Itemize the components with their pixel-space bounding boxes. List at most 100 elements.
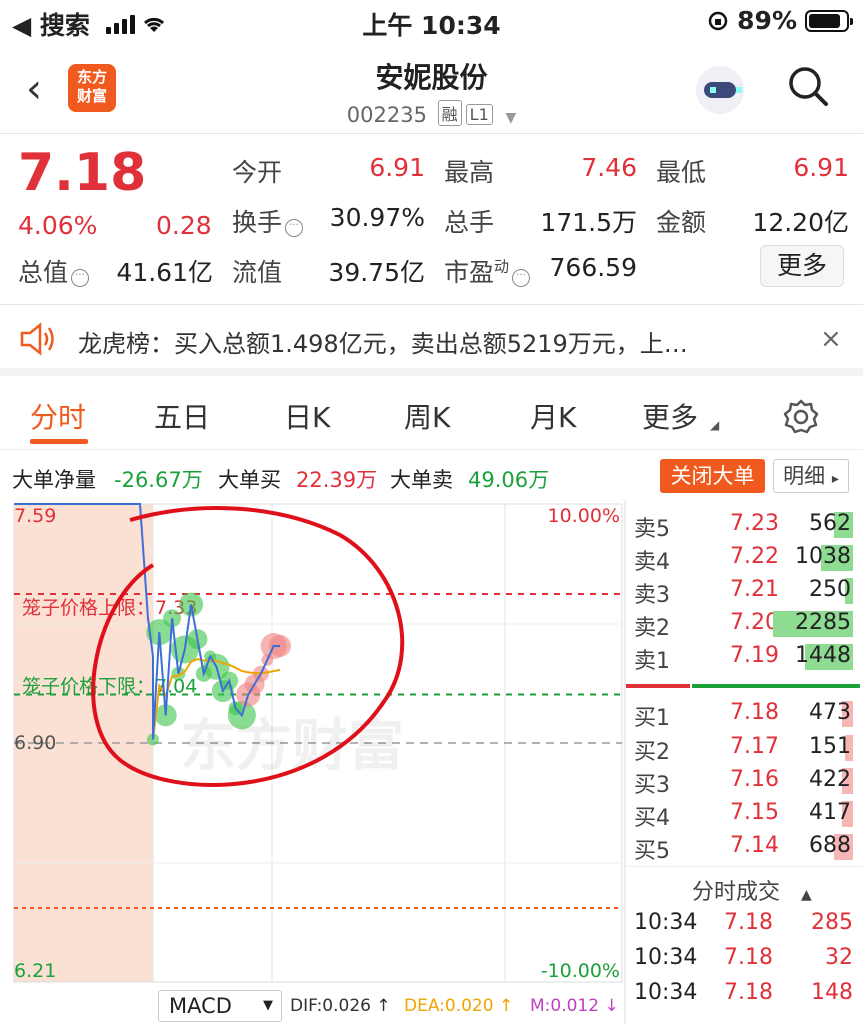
tick-price: 7.18 [724, 980, 773, 1005]
mktcap-label: 总值 ··· [18, 253, 90, 289]
dropdown-icon[interactable]: ▼ [505, 110, 516, 126]
bid-row[interactable]: 买5 7.14 688 [626, 830, 863, 864]
bid-price: 7.14 [730, 833, 779, 858]
ask-row[interactable]: 卖1 7.19 1448 [626, 640, 863, 674]
sell-label: 大单卖 [390, 468, 453, 492]
bid-row[interactable]: 买4 7.15 417 [626, 797, 863, 831]
ask-label: 卖3 [634, 583, 670, 608]
level-tag: L1 [465, 104, 493, 125]
mktcap-label-text: 总值 [18, 258, 69, 287]
open-label: 今开 [232, 158, 283, 187]
notice-bar[interactable]: 龙虎榜：买入总额1.498亿元，卖出总额5219万元，上… × [0, 306, 863, 376]
turnover-value: 30.97% [329, 203, 425, 232]
buy-value: 22.39万 [296, 468, 378, 492]
battery-percent: 89% [737, 6, 797, 35]
pct-top-label: 10.00% [548, 505, 620, 527]
ask-row[interactable]: 卖3 7.21 250 [626, 574, 863, 608]
ask-volume: 2285 [795, 610, 851, 635]
bid-label: 买5 [634, 839, 670, 864]
margin-tag: 融 [437, 100, 462, 126]
high-value: 7.46 [581, 153, 637, 182]
indicator-bar: MACD ▼ DIF:0.026 ↑ DEA:0.020 ↑ M:0.012 ↓ [0, 988, 626, 1024]
chevron-down-icon: ▼ [263, 998, 273, 1013]
ticks-title-text: 分时成交 [692, 880, 781, 905]
notice-text: 龙虎榜：买入总额1.498亿元，卖出总额5219万元，上… [78, 330, 688, 358]
change-percent: 4.06% [18, 211, 98, 240]
tick-volume: 32 [825, 945, 853, 970]
amount-label: 金额 [656, 208, 707, 237]
net-value: -26.67万 [114, 468, 203, 492]
quote-panel: 7.18 4.06% 0.28 今开 6.91 最高 7.46 最低 6.91 … [0, 135, 863, 305]
tab-more[interactable]: 更多 [642, 396, 698, 436]
bid-label: 买4 [634, 806, 670, 831]
tick-row: 10:34 7.18 32 [626, 942, 863, 977]
more-tab-arrow-icon: ◢ [710, 418, 720, 432]
ask-volume: 562 [809, 511, 851, 536]
pe-sup: 动 [494, 257, 510, 276]
ticks-title[interactable]: 分时成交 ▲ [692, 874, 812, 906]
y-axis-mid-label: 6.90 [14, 732, 56, 754]
tick-time: 10:34 [634, 980, 698, 1005]
tick-row: 10:34 7.18 148 [626, 977, 863, 1012]
tab-weekly-k[interactable]: 周K [404, 396, 450, 436]
volume-value: 171.5万 [540, 208, 637, 237]
ask-row[interactable]: 卖2 7.20 2285 [626, 607, 863, 641]
tick-volume: 148 [811, 980, 853, 1005]
info-icon[interactable]: ··· [285, 219, 304, 237]
close-big-order-button[interactable]: 关闭大单 [660, 459, 765, 493]
bid-volume: 417 [809, 800, 851, 825]
y-axis-top-label: 7.59 [14, 505, 56, 527]
low-value: 6.91 [793, 153, 849, 182]
intraday-chart[interactable]: 东方财富 笼子价格上限：7.33 笼子价格下限：7.04 7.59 6.90 6… [0, 500, 626, 988]
tick-row: 10:34 7.18 285 [626, 907, 863, 942]
info-icon[interactable]: ··· [71, 269, 90, 287]
bid-volume: 688 [809, 833, 851, 858]
speaker-icon [20, 322, 54, 356]
bid-row[interactable]: 买1 7.18 473 [626, 697, 863, 731]
tab-five-day[interactable]: 五日 [154, 396, 210, 436]
y-axis-bottom-label: 6.21 [14, 960, 56, 982]
tab-daily-k[interactable]: 日K [284, 396, 330, 436]
ask-label: 卖5 [634, 517, 670, 542]
bid-row[interactable]: 买3 7.16 422 [626, 764, 863, 798]
bid-price: 7.16 [730, 767, 779, 792]
sell-value: 49.06万 [468, 468, 550, 492]
rotation-lock-icon [708, 11, 728, 30]
tab-intraday[interactable]: 分时 [30, 396, 86, 436]
assistant-robot-icon[interactable] [696, 66, 744, 114]
float-label: 流值 [232, 258, 283, 287]
more-button[interactable]: 更多 [760, 245, 844, 287]
bid-row[interactable]: 买2 7.17 151 [626, 731, 863, 765]
tab-monthly-k[interactable]: 月K [530, 396, 576, 436]
tick-price: 7.18 [724, 945, 773, 970]
ask-volume: 1448 [795, 643, 851, 668]
tick-price: 7.18 [724, 910, 773, 935]
info-icon[interactable]: ··· [512, 269, 531, 287]
detail-button[interactable]: 明细 ▸ [773, 459, 849, 493]
turnover-label: 换手 ··· [232, 203, 304, 239]
change-amount: 0.28 [156, 211, 212, 240]
close-icon[interactable]: × [820, 324, 842, 354]
pct-bottom-label: -10.00% [541, 960, 620, 982]
pe-label: 市盈动 ··· [444, 253, 531, 289]
last-price: 7.18 [18, 143, 147, 203]
watermark: 东方财富 [180, 714, 404, 779]
ask-price: 7.21 [730, 577, 779, 602]
amount-value: 12.20亿 [752, 208, 849, 237]
search-icon[interactable] [786, 64, 830, 108]
settings-gear-icon[interactable] [782, 398, 820, 436]
stock-code: 002235 [346, 103, 427, 127]
tick-volume: 285 [811, 910, 853, 935]
open-value: 6.91 [369, 153, 425, 182]
tick-time: 10:34 [634, 910, 698, 935]
chevron-right-icon: ▸ [831, 471, 839, 487]
macd-dea: DEA:0.020 ↑ [404, 996, 514, 1016]
low-label: 最低 [656, 158, 707, 187]
ask-row[interactable]: 卖5 7.23 562 [626, 508, 863, 542]
bid-label: 买1 [634, 706, 670, 731]
collapse-arrow-icon: ▲ [801, 887, 812, 903]
ask-row[interactable]: 卖4 7.22 1038 [626, 541, 863, 575]
chart-tabs: 分时 五日 日K 周K 月K 更多 ◢ [0, 384, 863, 450]
indicator-select[interactable]: MACD ▼ [158, 990, 282, 1022]
macd-m: M:0.012 ↓ [530, 996, 619, 1016]
